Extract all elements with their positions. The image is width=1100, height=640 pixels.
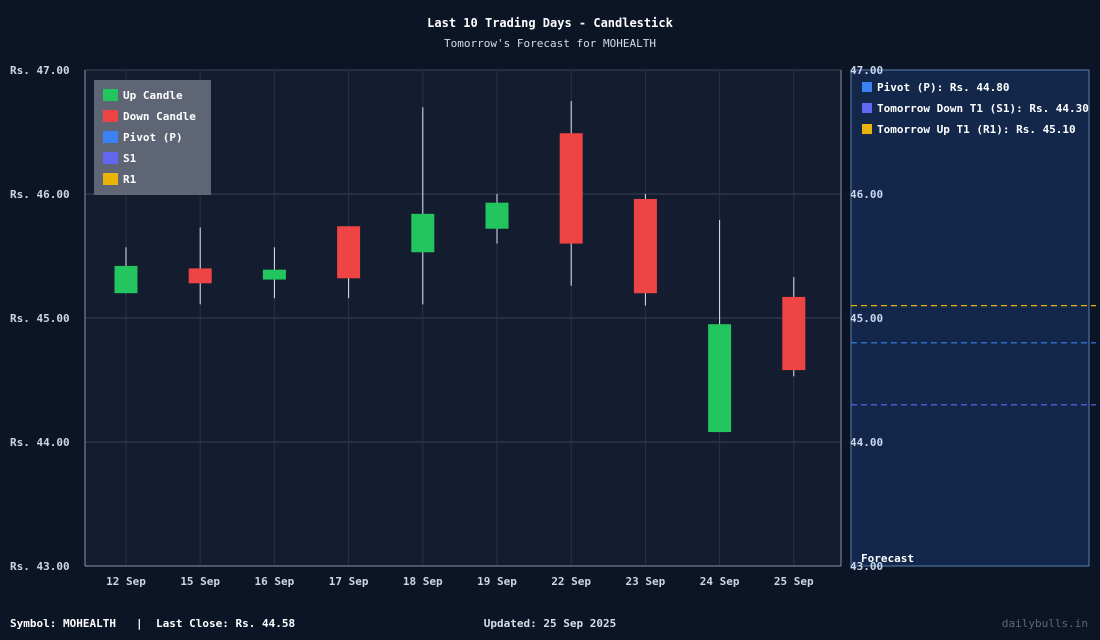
y-tick-label: Rs. 45.00	[10, 312, 70, 325]
candle-body-up	[114, 265, 138, 294]
legend-swatch-s1	[103, 152, 118, 164]
y-tick-label: Rs. 46.00	[10, 188, 70, 201]
footer-symbol: Symbol: MOHEALTH	[10, 617, 116, 630]
footer-brand: dailybulls.in	[1002, 617, 1088, 630]
chart-subtitle: Tomorrow's Forecast for MOHEALTH	[444, 37, 656, 50]
footer-separator: |	[136, 617, 143, 630]
legend-label-up: Up Candle	[123, 89, 183, 102]
legend-label-s1: S1	[123, 152, 137, 165]
x-tick-label: 23 Sep	[626, 575, 666, 588]
legend-swatch-pivot	[103, 131, 118, 143]
x-tick-label: 18 Sep	[403, 575, 443, 588]
y-tick-label: Rs. 47.00	[10, 64, 70, 77]
forecast-swatch-r1	[862, 124, 872, 134]
legend-label-r1: R1	[123, 173, 137, 186]
candle-body-up	[708, 324, 732, 433]
legend-swatch-down	[103, 110, 118, 122]
candle-body-down	[559, 133, 583, 244]
y-tick-label: Rs. 43.00	[10, 560, 70, 573]
y-tick-label: Rs. 44.00	[10, 436, 70, 449]
forecast-label-r1: Tomorrow Up T1 (R1): Rs. 45.10	[877, 123, 1076, 136]
right-tick-label: 44.00	[850, 436, 883, 449]
x-tick-label: 17 Sep	[329, 575, 369, 588]
candle-body-up	[485, 202, 509, 229]
x-tick-label: 19 Sep	[477, 575, 517, 588]
legend-label-pivot: Pivot (P)	[123, 131, 183, 144]
candle-body-up	[411, 213, 435, 253]
forecast-label-s1: Tomorrow Down T1 (S1): Rs. 44.30	[877, 102, 1089, 115]
forecast-swatch-pivot	[862, 82, 872, 92]
x-tick-label: 24 Sep	[700, 575, 740, 588]
candlestick-chart: Last 10 Trading Days - Candlestick Tomor…	[10, 16, 1096, 630]
forecast-label-pivot: Pivot (P): Rs. 44.80	[877, 81, 1009, 94]
x-tick-label: 12 Sep	[106, 575, 146, 588]
x-tick-label: 16 Sep	[255, 575, 295, 588]
y-axis-ticks: Rs. 47.00 Rs. 46.00 Rs. 45.00 Rs. 44.00 Rs. …	[10, 64, 70, 573]
right-tick-label: 45.00	[850, 312, 883, 325]
chart-title: Last 10 Trading Days - Candlestick	[427, 16, 673, 30]
candle-body-down	[337, 226, 361, 279]
right-tick-label: 46.00	[850, 188, 883, 201]
right-tick-label: 47.00	[850, 64, 883, 77]
footer-last-close: Last Close: Rs. 44.58	[156, 617, 295, 630]
candle-body-up	[262, 269, 286, 280]
candle-body-down	[188, 268, 212, 284]
x-axis-ticks: 12 Sep 15 Sep 16 Sep 17 Sep 18 Sep 19 Sep 22 S…	[106, 575, 814, 588]
candle-body-down	[633, 198, 657, 294]
x-tick-label: 22 Sep	[551, 575, 591, 588]
forecast-panel-label: Forecast	[861, 552, 914, 565]
forecast-panel	[850, 69, 1090, 567]
chart-legend: Up Candle Down Candle Pivot (P) S1 R1	[94, 80, 211, 195]
legend-swatch-r1	[103, 173, 118, 185]
candle-body-down	[782, 296, 806, 371]
legend-swatch-up	[103, 89, 118, 101]
forecast-swatch-s1	[862, 103, 872, 113]
footer-updated: Updated: 25 Sep 2025	[484, 617, 616, 630]
x-tick-label: 25 Sep	[774, 575, 814, 588]
legend-label-down: Down Candle	[123, 110, 196, 123]
x-tick-label: 15 Sep	[180, 575, 220, 588]
